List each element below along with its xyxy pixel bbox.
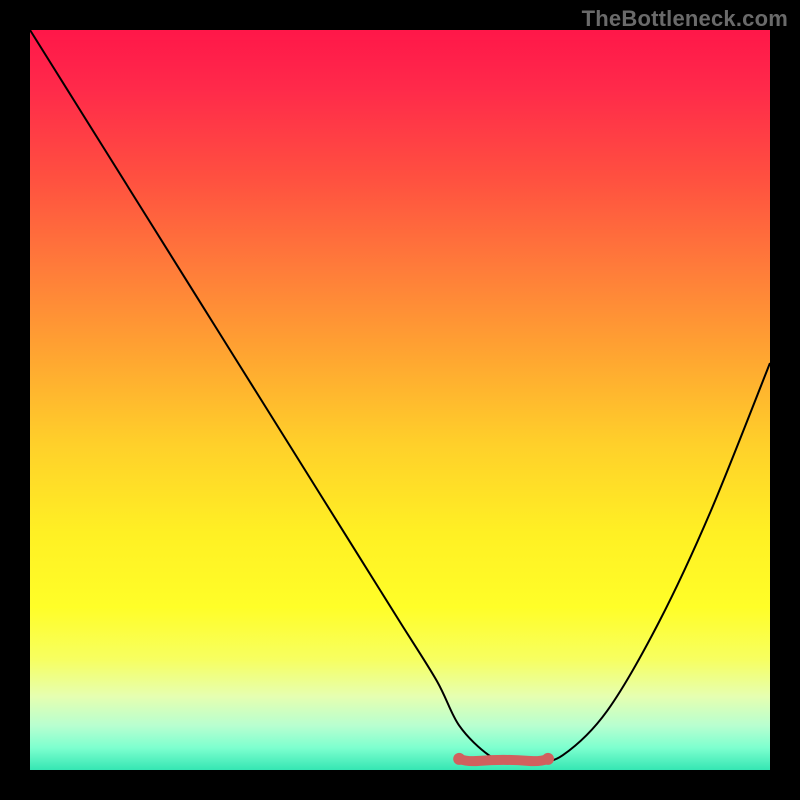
bottleneck-curve	[30, 30, 770, 764]
optimal-flat-region	[459, 759, 548, 761]
curve-svg	[30, 30, 770, 770]
flat-left-dot	[453, 753, 465, 765]
flat-right-dot	[542, 753, 554, 765]
plot-area	[30, 30, 770, 770]
watermark-text: TheBottleneck.com	[582, 6, 788, 32]
chart-frame: TheBottleneck.com	[0, 0, 800, 800]
